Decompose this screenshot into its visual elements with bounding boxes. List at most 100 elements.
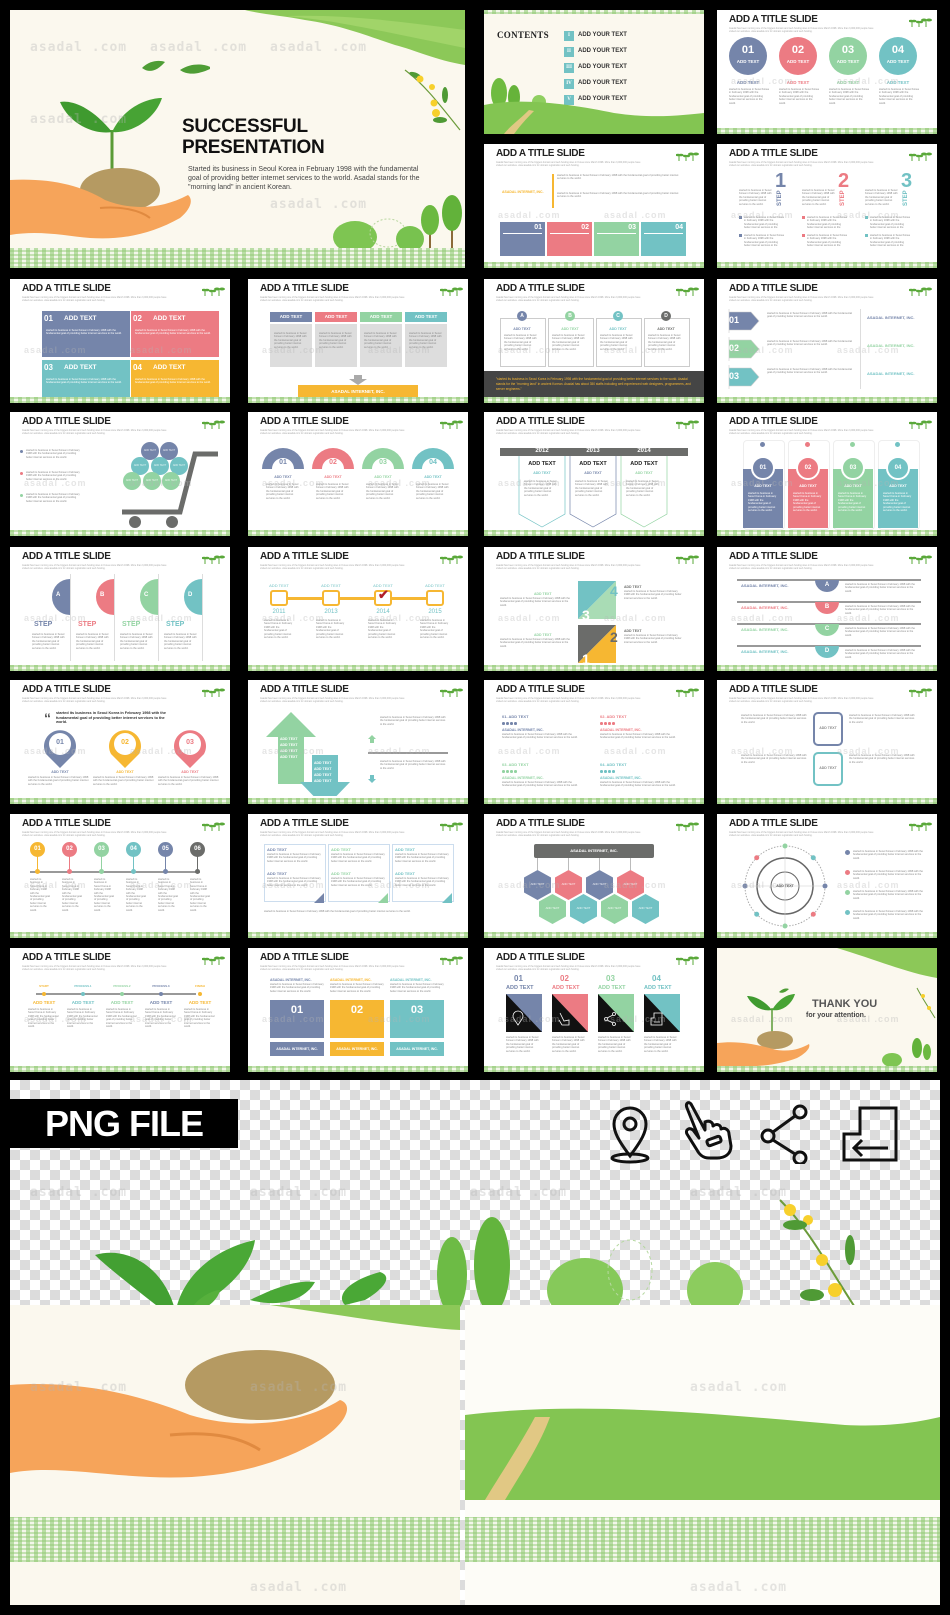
- slide-thumbnail[interactable]: ADD A TITLE SLIDE Asadal has been running…: [717, 814, 937, 938]
- body-text: started its business in Seoul Korea in F…: [739, 189, 772, 206]
- gingham-strip: [717, 530, 937, 536]
- body-text: started its business in Seoul Korea in F…: [316, 619, 345, 640]
- footer-company-name: ASADAL INTERNET, INC.: [396, 1046, 438, 1051]
- slide-title: ADD A TITLE SLIDE: [496, 148, 585, 159]
- arch-number: 01: [279, 459, 287, 466]
- circle-label: ADD TEXT: [836, 59, 860, 64]
- slide-thumbnail[interactable]: ADD A TITLE SLIDE Asadal has been running…: [248, 412, 468, 536]
- body-text: started its business in Seoul Korea in F…: [420, 619, 449, 640]
- circle-number: 03: [841, 44, 855, 56]
- process-label: ADD TEXT: [188, 1000, 212, 1005]
- slide-thumbnail[interactable]: ADD A TITLE SLIDE Asadal has been running…: [484, 814, 704, 938]
- slide-title: ADD A TITLE SLIDE: [729, 818, 818, 829]
- slide-thumbnail[interactable]: ADD A TITLE SLIDE Asadal has been running…: [717, 279, 937, 403]
- slide-thumbnail[interactable]: ADD A TITLE SLIDE Asadal has been running…: [10, 680, 230, 804]
- body-text: started its business in Seoul Korea in F…: [368, 619, 397, 640]
- slide-thumbnail[interactable]: ADD A TITLE SLIDE Asadal has been running…: [717, 680, 937, 804]
- watermark: asadal .com: [150, 40, 248, 55]
- box-label: ADD TEXT: [153, 364, 186, 371]
- small-up-arrow-icon: [368, 730, 376, 743]
- rating-dot: [604, 722, 607, 725]
- timeline-dot: [131, 869, 136, 874]
- sprout-icon: [439, 283, 464, 296]
- slide-title: ADD A TITLE SLIDE: [729, 551, 818, 562]
- pill-number: 02: [804, 465, 812, 471]
- slide-thumbnail[interactable]: ADD A TITLE SLIDE Asadal has been running…: [10, 814, 230, 938]
- rating-dot: [612, 770, 615, 773]
- bullet: [845, 890, 850, 895]
- slide-thumbnail[interactable]: THANK YOU for your attention. asadal .com a…: [717, 948, 937, 1072]
- card-letter: C: [616, 313, 620, 319]
- slide-subtitle: Asadal has been running one of the bigge…: [496, 831, 641, 838]
- slide-subtitle: Asadal has been running one of the bigge…: [496, 296, 641, 303]
- item-number: 03: [606, 974, 615, 983]
- slide-thumbnail[interactable]: ADD A TITLE SLIDE Asadal has been running…: [248, 814, 468, 938]
- body-text: started its business in Seoul Korea in F…: [409, 332, 442, 349]
- box-rule: [644, 233, 683, 234]
- slide-title: ADD A TITLE SLIDE: [729, 416, 818, 427]
- triangle-number: 4: [610, 583, 618, 599]
- dot: [850, 442, 855, 447]
- slide-thumbnail[interactable]: ADD A TITLE SLIDE Asadal has been running…: [484, 948, 704, 1072]
- slide-thumbnail[interactable]: ADD A TITLE SLIDE Asadal has been running…: [717, 10, 937, 134]
- body-text: started its business in Seoul Korea in F…: [853, 910, 923, 920]
- main-title-slide[interactable]: SUCCESSFUL PRESENTATION Started its busi…: [10, 10, 465, 268]
- slide-thumbnail[interactable]: ADD A TITLE SLIDE Asadal has been running…: [484, 547, 704, 671]
- body-text: started its business in Seoul Korea in F…: [26, 471, 80, 481]
- contents-item-label: ADD YOUR TEXT: [578, 64, 627, 70]
- connector: [630, 858, 631, 870]
- timeline-dot: [99, 869, 104, 874]
- sprout-icon: [908, 148, 933, 161]
- main-description: Started its business in Seoul Korea in F…: [188, 166, 420, 191]
- sprout-icon: [908, 14, 933, 27]
- dot: [895, 442, 900, 447]
- slide-thumbnail[interactable]: ADD A TITLE SLIDE Asadal has been running…: [717, 144, 937, 268]
- slide-thumbnail[interactable]: ADD A TITLE SLIDE Asadal has been running…: [10, 279, 230, 403]
- slide-thumbnail[interactable]: ADD A TITLE SLIDE Asadal has been running…: [717, 412, 937, 536]
- arch-label: ADD TEXT: [324, 475, 342, 479]
- body-text: started its business in Seoul Korea in F…: [266, 483, 299, 500]
- slide-thumbnail[interactable]: ADD A TITLE SLIDE Asadal has been running…: [248, 547, 468, 671]
- contents-item[interactable]: III ADD YOUR TEXT: [564, 63, 684, 75]
- grass-corner-illustration: [245, 10, 465, 65]
- timeline-dot: [35, 869, 40, 874]
- slide-thumbnail[interactable]: ADD A TITLE SLIDE Asadal has been running…: [248, 948, 468, 1072]
- gingham-strip: [717, 1066, 937, 1072]
- gingham-strip: [10, 530, 230, 536]
- body-text: started its business in Seoul Korea in F…: [849, 754, 915, 764]
- box-number: 04: [133, 363, 142, 372]
- slide-thumbnail[interactable]: ADD A TITLE SLIDE Asadal has been running…: [10, 547, 230, 671]
- slide-thumbnail[interactable]: ADD A TITLE SLIDE Asadal has been running…: [484, 279, 704, 403]
- step-letter: A: [56, 592, 61, 598]
- slide-thumbnail[interactable]: ADD A TITLE SLIDE Asadal has been running…: [10, 412, 230, 536]
- triangle-label: ADD TEXT: [624, 585, 642, 589]
- gingham-strip: [10, 1066, 230, 1072]
- numbered-box: 02: [330, 1000, 384, 1038]
- slide-thumbnail[interactable]: ADD A TITLE SLIDE Asadal has been running…: [717, 547, 937, 671]
- body-text: started its business in Seoul Korea in F…: [67, 1008, 98, 1029]
- sprout-icon: [908, 416, 933, 429]
- body-text: started its business in Seoul Korea in F…: [106, 1008, 137, 1029]
- slide-subtitle: Asadal has been running one of the bigge…: [22, 697, 167, 704]
- body-text: started its business in Seoul Korea in F…: [600, 334, 633, 351]
- slide-thumbnail[interactable]: ADD A TITLE SLIDE Asadal has been running…: [248, 680, 468, 804]
- card-letter: B: [568, 313, 572, 319]
- slide-thumbnail[interactable]: ADD A TITLE SLIDE Asadal has been running…: [484, 412, 704, 536]
- contents-item[interactable]: I ADD YOUR TEXT: [564, 31, 684, 43]
- slide-thumbnail[interactable]: ADD A TITLE SLIDE Asadal has been running…: [248, 279, 468, 403]
- slide-subtitle: Asadal has been running one of the bigge…: [260, 564, 405, 571]
- process-dot: [120, 992, 124, 996]
- gingham-strip: [10, 932, 230, 938]
- slide-thumbnail[interactable]: ADD A TITLE SLIDE Asadal has been running…: [484, 680, 704, 804]
- slide-thumbnail[interactable]: ADD A TITLE SLIDE Asadal has been running…: [484, 144, 704, 268]
- main-title-line1: SUCCESSFUL: [182, 116, 308, 137]
- slide-subtitle: Asadal has been running one of the bigge…: [260, 697, 405, 704]
- contents-slide[interactable]: CONTENTS I ADD YOUR TEXT II ADD YOUR TEXT II…: [484, 10, 704, 134]
- contents-item[interactable]: II ADD YOUR TEXT: [564, 47, 684, 59]
- gingham-strip: [717, 128, 937, 134]
- body-text: started its business in Seoul Korea in F…: [158, 776, 219, 786]
- slide-thumbnail[interactable]: ADD A TITLE SLIDE Asadal has been running…: [10, 948, 230, 1072]
- gingham-strip: [248, 798, 468, 804]
- year-label: 2013: [586, 448, 600, 454]
- body-text: started its business in Seoul Korea in F…: [729, 88, 769, 105]
